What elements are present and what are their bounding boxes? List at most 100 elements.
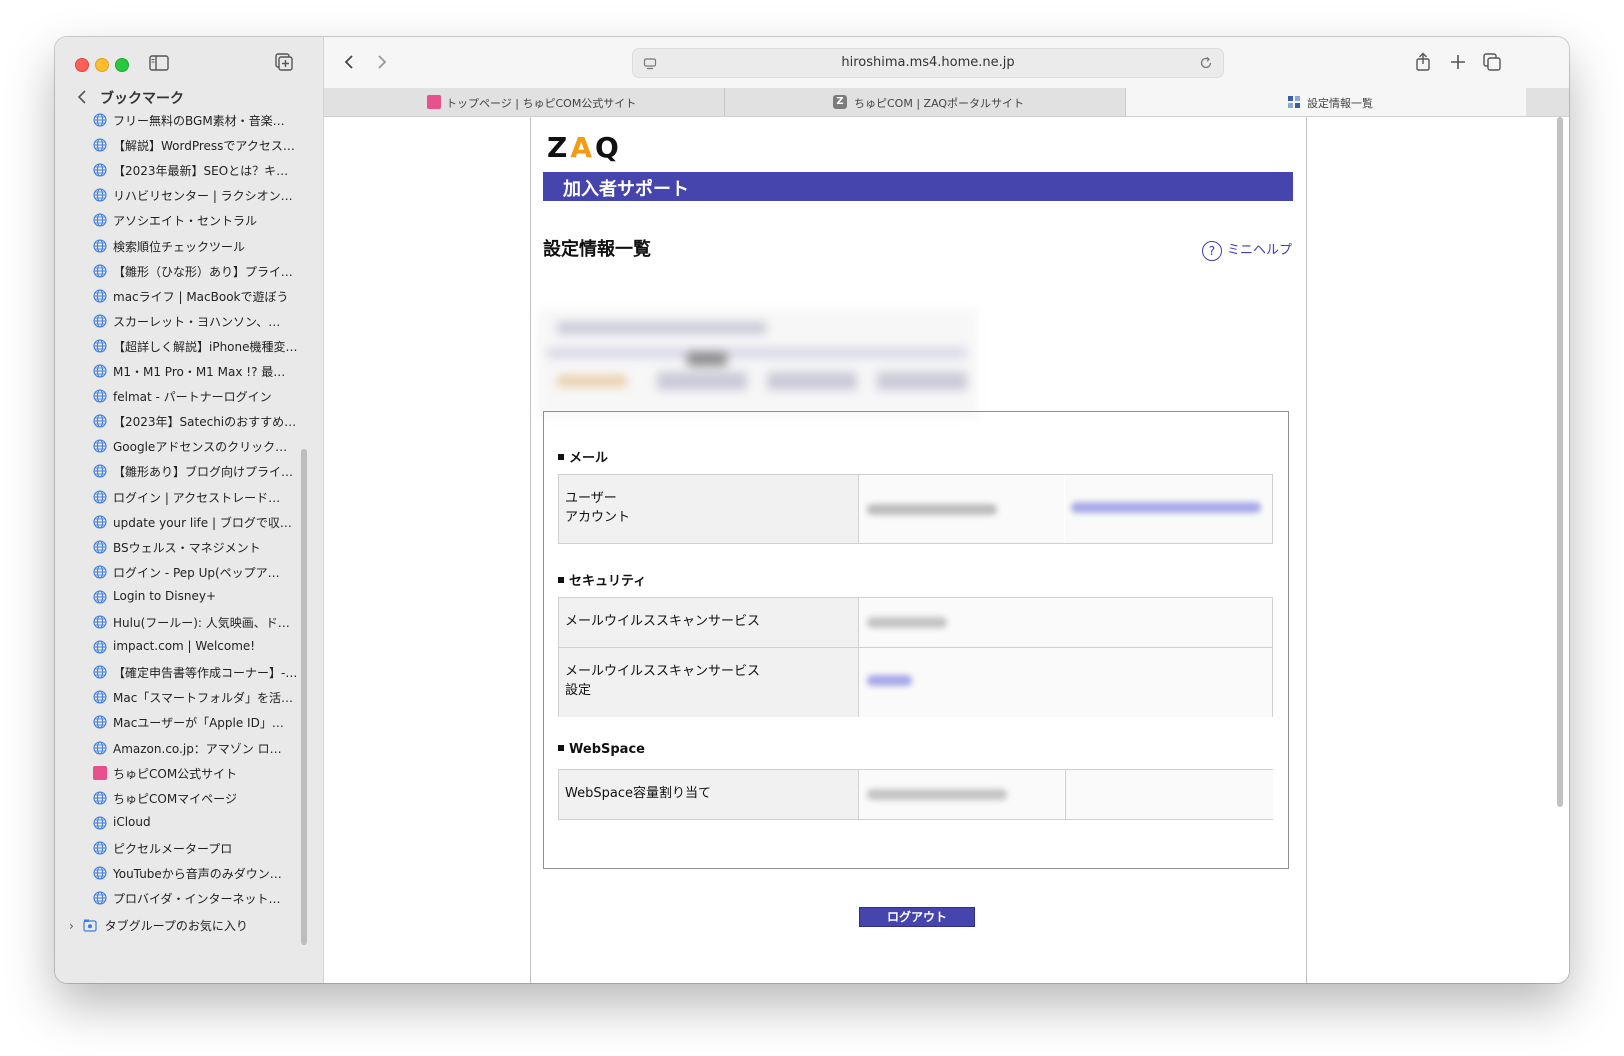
bookmark-item[interactable]: 【解説】WordPressでアクセス… <box>93 135 303 155</box>
minihelp-label: ミニヘルプ <box>1226 243 1292 258</box>
tab-settings-list[interactable]: 設定情報一覧 <box>1126 88 1526 116</box>
back-button[interactable] <box>339 52 359 72</box>
tab-chupicom-top[interactable]: トップページ | ちゅピCOM公式サイト <box>324 88 725 116</box>
bookmark-item[interactable]: プロバイダ・インターネット… <box>93 888 303 908</box>
bookmark-label: 【雛形あり】ブログ向けプライ… <box>113 465 294 480</box>
bookmark-label: 【解説】WordPressでアクセス… <box>113 139 295 154</box>
bookmark-item[interactable]: Googleアドセンスのクリック… <box>93 436 303 456</box>
bookmark-label: ピクセルメータープロ <box>113 841 233 856</box>
chupicom-pink-icon <box>427 95 441 109</box>
bookmark-list: フリー無料のBGM素材・音楽… 【解説】WordPressでアクセス… 【2023年… <box>55 113 305 973</box>
bookmark-label: 【確定申告書等作成コーナー】-… <box>113 666 298 681</box>
share-icon[interactable] <box>1412 51 1434 73</box>
bookmark-label: ログイン | アクセストレード… <box>113 490 281 505</box>
bookmark-item[interactable]: iCloud <box>93 813 303 833</box>
globe-icon <box>93 439 107 453</box>
sidebar-toggle-icon[interactable] <box>148 52 170 74</box>
globe-icon <box>93 690 107 704</box>
folder-star-icon <box>83 919 97 932</box>
bookmark-item[interactable]: Mac「スマートフォルダ」を活… <box>93 687 303 707</box>
globe-icon <box>93 565 107 579</box>
bookmark-item[interactable]: 検索順位チェックツール <box>93 236 303 256</box>
bookmark-item[interactable]: ログイン - Pep Up(ペップア… <box>93 562 303 582</box>
redacted-value <box>859 475 1064 543</box>
redacted-link[interactable] <box>859 648 1272 717</box>
row-label-webspace-quota: WebSpace容量割り当て <box>559 770 859 819</box>
bookmark-item[interactable]: update your life | ブログで収… <box>93 512 303 532</box>
globe-icon <box>93 891 107 905</box>
bookmark-item[interactable]: M1・M1 Pro・M1 Max !? 最… <box>93 361 303 381</box>
bookmark-item[interactable]: 【2023年】Satechiのおすすめ… <box>93 411 303 431</box>
bookmark-item[interactable]: フリー無料のBGM素材・音楽… <box>93 113 303 130</box>
sidebar-title: ブックマーク <box>100 91 184 107</box>
bookmark-item[interactable]: Login to Disney+ <box>93 587 303 607</box>
bookmark-label: スカーレット・ヨハンソン、… <box>113 314 281 329</box>
bookmark-label: Hulu(フールー): 人気映画、ド… <box>113 616 290 630</box>
page-grid-icon <box>1287 95 1301 109</box>
bookmark-item[interactable]: 【2023年最新】SEOとは？キ… <box>93 160 303 180</box>
globe-icon <box>93 364 107 378</box>
bookmark-label: Mac「スマートフォルダ」を活… <box>113 691 293 706</box>
bookmarks-sidebar: ブックマーク フリー無料のBGM素材・音楽… 【解説】WordPressでアクセス… <box>55 37 324 983</box>
bookmark-item[interactable]: 【雛形（ひな形）あり】プライバ… <box>93 261 303 281</box>
globe-icon <box>93 238 107 253</box>
bookmark-item[interactable]: Macユーザーが「Apple ID」… <box>93 712 303 732</box>
bookmark-item[interactable]: macライフ | MacBookで遊ぼう <box>93 286 303 306</box>
bookmark-item[interactable]: felmat - パートナーログイン <box>93 386 303 406</box>
zoom-window-button[interactable] <box>115 58 129 72</box>
bookmark-label: 検索順位チェックツール <box>113 239 246 254</box>
tab-zaq-portal[interactable]: Z ちゅピCOM | ZAQポータルサイト <box>725 88 1126 116</box>
bookmark-item[interactable]: Hulu(フールー): 人気映画、ド… <box>93 612 303 632</box>
logout-button[interactable]: ログアウト <box>859 907 975 927</box>
bookmark-item[interactable]: 【雛形あり】ブログ向けプライ… <box>93 461 303 481</box>
bookmark-item[interactable]: アソシエイト・セントラル <box>93 210 303 230</box>
row-label-virus-scan-settings: メールウイルススキャンサービス 設定 <box>559 648 859 717</box>
bookmark-item[interactable]: スカーレット・ヨハンソン、… <box>93 311 303 331</box>
zaq-z-icon: Z <box>833 95 847 109</box>
minihelp-link[interactable]: ? ミニヘルプ <box>1201 239 1292 261</box>
bookmark-item[interactable]: ちゅピCOMマイページ <box>93 788 303 808</box>
globe-icon <box>93 389 107 403</box>
bookmark-item[interactable]: impact.com | Welcome! <box>93 637 303 657</box>
bookmark-label: macライフ | MacBookで遊ぼう <box>113 289 289 304</box>
bookmark-label: YouTubeから音声のみダウン… <box>113 867 282 881</box>
web-content: ZAQ 加入者サポート 設定情報一覧 ? ミニヘルプ メール ユーザー アカウン… <box>324 117 1569 983</box>
table-row: WebSpace容量割り当て <box>559 770 1273 819</box>
new-tab-icon[interactable] <box>1447 51 1469 73</box>
section-title-mail: メール <box>558 447 608 466</box>
bookmark-item[interactable]: Amazon.co.jp：アマゾン ロ… <box>93 738 303 758</box>
bookmark-item[interactable]: ちゅピCOM公式サイト <box>93 763 303 783</box>
mail-table: ユーザー アカウント <box>558 474 1273 544</box>
minimize-window-button[interactable] <box>95 58 109 72</box>
close-window-button[interactable] <box>75 58 89 72</box>
chevron-left-icon[interactable] <box>75 88 93 106</box>
bookmark-label: BSウェルス・マネジメント <box>113 540 261 555</box>
forward-button[interactable] <box>372 52 392 72</box>
globe-icon <box>93 489 107 504</box>
globe-icon <box>93 339 107 353</box>
tab-overview-icon[interactable] <box>1481 51 1503 73</box>
page-scrollbar[interactable] <box>1557 117 1563 807</box>
table-row: ユーザー アカウント <box>559 475 1272 543</box>
globe-icon <box>93 213 107 227</box>
new-tab-group-icon[interactable] <box>273 51 295 73</box>
bookmark-item[interactable]: 【確定申告書等作成コーナー】-… <box>93 662 303 682</box>
bookmark-item[interactable]: ログイン | アクセストレード… <box>93 487 303 507</box>
bookmark-item[interactable]: ピクセルメータープロ <box>93 838 303 858</box>
bookmark-item[interactable]: 【超詳しく解説】iPhone機種変… <box>93 336 303 356</box>
bookmark-item[interactable]: BSウェルス・マネジメント <box>93 537 303 557</box>
redacted-link[interactable] <box>1065 475 1272 543</box>
bookmark-folder-tab-groups[interactable]: › タブグループのお気に入り <box>69 917 248 934</box>
bookmark-label: update your life | ブログで収… <box>113 515 292 530</box>
bookmark-label: Login to Disney+ <box>113 588 217 603</box>
browser-toolbar: hiroshima.ms4.home.ne.jp <box>324 37 1569 88</box>
address-bar[interactable]: hiroshima.ms4.home.ne.jp <box>632 48 1224 78</box>
bookmark-item[interactable]: YouTubeから音声のみダウン… <box>93 863 303 883</box>
tab-bar: トップページ | ちゅピCOM公式サイト Z ちゅピCOM | ZAQポータルサ… <box>324 88 1569 117</box>
globe-icon <box>93 615 107 629</box>
bookmark-item[interactable]: リハビリセンター | ラクシオン… <box>93 185 303 205</box>
reload-icon[interactable] <box>1199 55 1213 69</box>
bookmark-label: リハビリセンター | ラクシオン… <box>113 189 293 204</box>
sidebar-scrollbar[interactable] <box>301 449 307 945</box>
globe-icon <box>93 816 107 830</box>
